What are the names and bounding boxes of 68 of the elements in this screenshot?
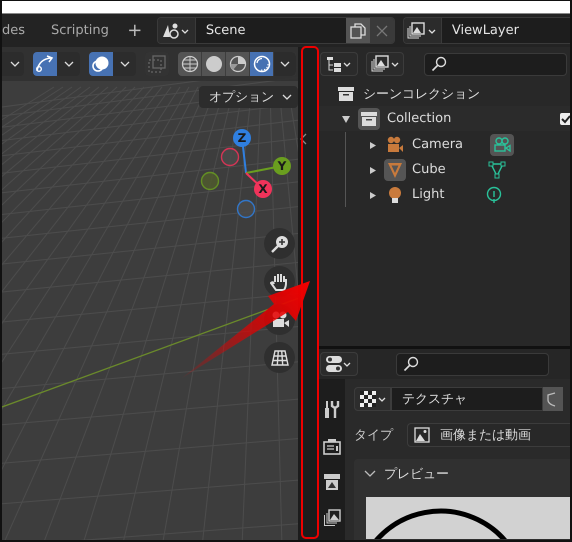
exclude-checkbox[interactable] bbox=[560, 112, 570, 124]
preview-panel-title: プレビュー bbox=[384, 466, 449, 483]
xray-icon bbox=[148, 55, 166, 73]
image-icon bbox=[414, 427, 430, 443]
collection-icon bbox=[358, 108, 380, 130]
rendered-shading-button[interactable] bbox=[250, 52, 274, 76]
camera-data-icon[interactable] bbox=[490, 134, 514, 156]
outliner-tree-icon bbox=[325, 55, 353, 73]
grid-plane-icon bbox=[270, 348, 290, 368]
hand-icon bbox=[270, 272, 290, 292]
printer-icon[interactable] bbox=[322, 473, 340, 491]
scene-collection-label[interactable]: シーンコレクション bbox=[363, 84, 480, 102]
render-camera-icon[interactable] bbox=[322, 437, 340, 455]
collection-label[interactable]: Collection bbox=[387, 111, 452, 126]
workspace-tab[interactable]: Scripting bbox=[51, 14, 121, 47]
triangle-icon bbox=[386, 160, 404, 178]
display-mode-dropdown[interactable] bbox=[320, 52, 358, 76]
light-data-icon[interactable] bbox=[486, 186, 502, 204]
camera-icon bbox=[386, 136, 404, 154]
checkerboard-icon bbox=[358, 390, 386, 408]
search-icon bbox=[403, 356, 419, 372]
chevron-down-icon bbox=[10, 59, 20, 69]
collapsed-triangle-icon[interactable] bbox=[368, 190, 378, 200]
search-icon bbox=[431, 56, 447, 72]
toggle-switch-icon bbox=[325, 355, 353, 373]
zoom-button[interactable] bbox=[264, 228, 295, 259]
image-stack-icon bbox=[370, 55, 400, 73]
workspace-tab[interactable]: des bbox=[2, 14, 38, 47]
mesh-data-icon[interactable] bbox=[488, 160, 506, 178]
search-field[interactable] bbox=[424, 52, 567, 76]
texture-name-field[interactable]: テクスチャ bbox=[391, 387, 543, 411]
shading-dropdown-button[interactable] bbox=[274, 52, 296, 76]
search-field[interactable] bbox=[396, 352, 549, 376]
expanded-triangle-icon[interactable] bbox=[341, 114, 351, 124]
chevron-down-icon bbox=[64, 59, 74, 69]
chevron-down-icon bbox=[120, 59, 130, 69]
overlay-icon bbox=[91, 55, 111, 73]
filter-dropdown[interactable] bbox=[366, 52, 404, 76]
collapsed-triangle-icon[interactable] bbox=[368, 164, 378, 174]
type-dropdown[interactable]: 画像または動画 bbox=[407, 423, 570, 447]
camera-object-label[interactable]: Camera bbox=[412, 137, 464, 152]
fake-user-button[interactable] bbox=[543, 387, 563, 411]
image-stack-icon[interactable] bbox=[322, 509, 340, 527]
rendered-sphere-icon bbox=[252, 55, 270, 73]
texture-browse-button[interactable] bbox=[354, 387, 391, 411]
light-bulb-icon bbox=[386, 186, 404, 204]
visibility-dropdown[interactable] bbox=[2, 52, 24, 76]
perspective-toggle[interactable] bbox=[264, 342, 295, 373]
chevron-down-icon bbox=[282, 92, 292, 102]
chevron-down-icon bbox=[280, 59, 290, 69]
light-object-label[interactable]: Light bbox=[412, 187, 444, 202]
type-label: タイプ bbox=[354, 427, 393, 444]
editor-type-dropdown[interactable] bbox=[320, 352, 358, 376]
wrench-screwdriver-icon[interactable] bbox=[322, 399, 340, 419]
snap-toggle[interactable] bbox=[33, 52, 57, 76]
mesh-object-label[interactable]: Cube bbox=[412, 162, 446, 177]
overlay-toggle[interactable] bbox=[89, 52, 113, 76]
material-sphere-icon bbox=[228, 55, 246, 73]
collapsed-triangle-icon[interactable] bbox=[368, 140, 378, 150]
add-workspace-button[interactable]: + bbox=[122, 20, 147, 41]
solid-sphere-icon bbox=[204, 55, 222, 73]
box-icon bbox=[337, 86, 355, 102]
zoom-in-icon bbox=[270, 234, 290, 254]
shield-icon bbox=[546, 391, 556, 407]
chevron-left-icon[interactable] bbox=[300, 132, 307, 146]
options-dropdown[interactable]: オプション bbox=[199, 86, 298, 108]
wireframe-sphere-icon bbox=[180, 55, 198, 73]
curve-arrow-icon bbox=[35, 55, 55, 73]
